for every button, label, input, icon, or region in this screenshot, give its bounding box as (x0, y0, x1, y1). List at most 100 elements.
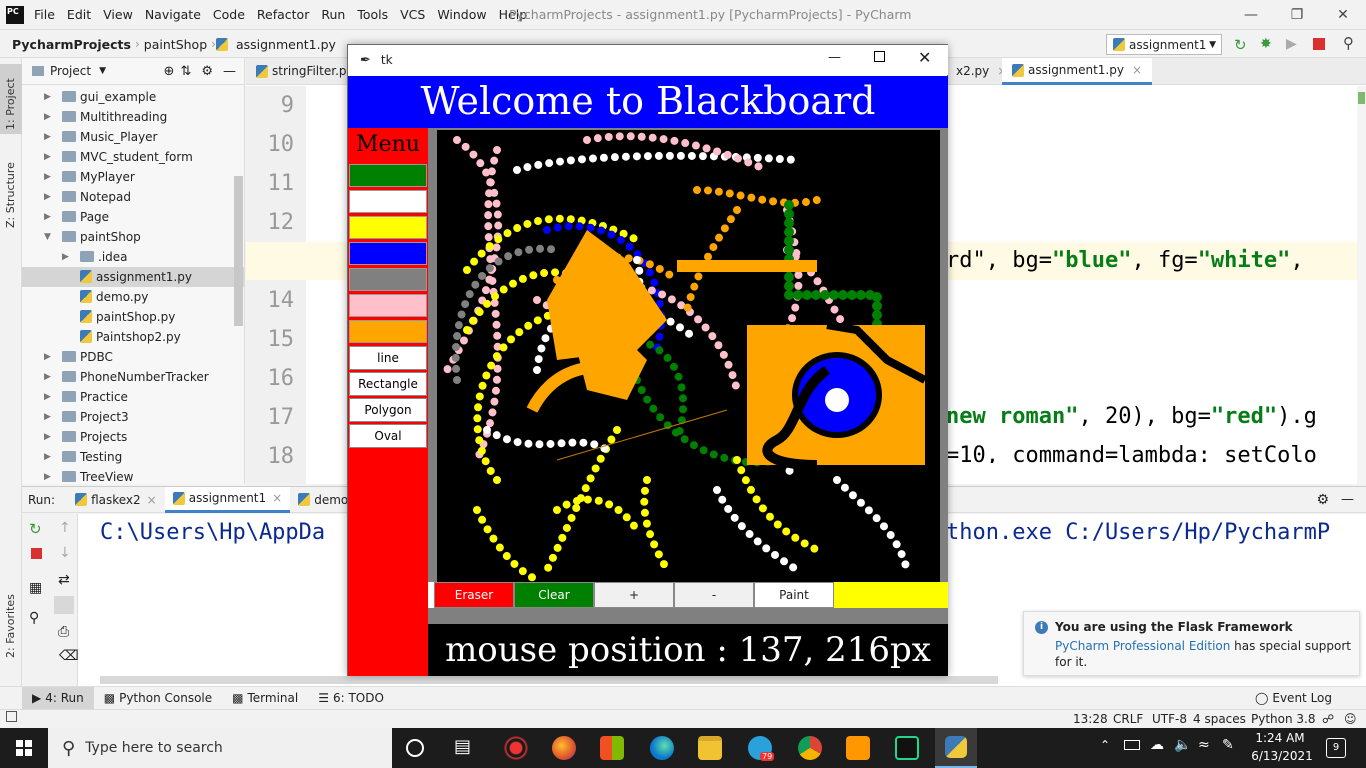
print-icon[interactable]: ⎙ (58, 624, 69, 640)
collapsed-arrow-icon[interactable]: ▶ (44, 367, 54, 387)
structure-tab-label[interactable]: Z: Structure (4, 162, 17, 228)
volume-icon[interactable]: 🔈 (1174, 737, 1191, 753)
scroll-to-end-icon[interactable] (54, 596, 74, 614)
clock-time[interactable]: 1:24 AM (1250, 731, 1310, 745)
increase-size-button[interactable]: + (594, 582, 674, 608)
menu-run[interactable]: Run (315, 0, 351, 30)
locate-icon[interactable]: ⊕ (164, 64, 175, 79)
tab-run[interactable]: ▶ 4: Run (22, 686, 94, 710)
drawing-canvas[interactable] (437, 130, 940, 584)
tree-folder[interactable]: ▶ MyPlayer (22, 167, 244, 187)
inspector-icon[interactable]: ☺ (1344, 710, 1357, 728)
menu-window[interactable]: Window (431, 0, 492, 30)
tree-folder[interactable]: ▶ TreeView (22, 467, 244, 483)
event-log-button[interactable]: ◯ Event Log (1245, 687, 1342, 710)
console-scrollbar[interactable] (100, 676, 998, 684)
tree-folder[interactable]: ▶ Music_Player (22, 127, 244, 147)
menu-vcs[interactable]: VCS (394, 0, 431, 30)
lock-icon[interactable]: ☍ (1322, 710, 1334, 728)
soft-wrap-icon[interactable]: ⇄ (58, 572, 70, 588)
python-interpreter[interactable]: Python 3.8 (1251, 710, 1316, 728)
cloud-icon[interactable]: ☁ (1150, 737, 1164, 753)
tree-file[interactable]: demo.py (22, 287, 244, 307)
breadcrumb-root[interactable]: PycharmProjects (8, 37, 135, 52)
color-swatch-button[interactable] (349, 190, 427, 213)
close-icon[interactable]: × (1132, 57, 1142, 84)
windows-start-icon[interactable] (16, 740, 32, 756)
tree-folder[interactable]: ▶ .idea (22, 247, 244, 267)
collapsed-arrow-icon[interactable]: ▶ (44, 87, 54, 107)
tree-scrollbar[interactable] (234, 176, 243, 326)
battery-icon[interactable] (1124, 740, 1140, 750)
trash-icon[interactable]: ⌫ (59, 648, 79, 664)
down-arrow-icon[interactable]: ↓ (59, 545, 71, 561)
tree-folder[interactable]: ▶ Practice (22, 387, 244, 407)
tab-terminal[interactable]: ▩ Terminal (222, 687, 308, 710)
collapsed-arrow-icon[interactable]: ▶ (44, 387, 54, 407)
collapsed-arrow-icon[interactable]: ▶ (44, 207, 54, 227)
color-swatch-button[interactable] (349, 164, 427, 187)
cortana-icon[interactable] (406, 739, 424, 757)
clear-button[interactable]: Clear (514, 582, 594, 608)
pin-icon[interactable]: ⚲ (29, 610, 39, 626)
restore-icon[interactable]: ❐ (1274, 0, 1320, 30)
tree-folder[interactable]: ▶ Project3 (22, 407, 244, 427)
pen-icon[interactable]: ✎ (1222, 737, 1234, 753)
collapsed-arrow-icon[interactable]: ▶ (44, 147, 54, 167)
rectangle-button[interactable]: Rectangle (349, 372, 427, 396)
layout-icon[interactable]: ▦ (29, 580, 42, 596)
tk-minimize-icon[interactable]: — (828, 50, 841, 65)
rerun-icon[interactable]: ↻ (29, 520, 42, 538)
search-icon[interactable]: ⚲ (1343, 34, 1354, 52)
project-header-label[interactable]: Project (50, 64, 91, 78)
tree-folder[interactable]: ▶ MVC_student_form (22, 147, 244, 167)
code-line-17[interactable]: new roman", 20), bg="red").g (946, 404, 1317, 429)
minimize-icon[interactable]: — (1228, 0, 1274, 30)
hide-icon[interactable]: — (1341, 492, 1354, 507)
flask-notification[interactable]: i You are using the Flask Framework PyCh… (1023, 611, 1360, 676)
collapsed-arrow-icon[interactable]: ▶ (44, 187, 54, 207)
breadcrumb-file[interactable]: assignment1.py (232, 37, 340, 52)
menu-code[interactable]: Code (207, 0, 251, 30)
tree-file[interactable]: assignment1.py (22, 267, 244, 287)
collapsed-arrow-icon[interactable]: ▶ (44, 347, 54, 367)
menu-refactor[interactable]: Refactor (251, 0, 315, 30)
python-taskbar-button[interactable] (935, 728, 977, 768)
collapsed-arrow-icon[interactable]: ▶ (44, 467, 54, 483)
edge-icon[interactable] (650, 736, 674, 760)
file-encoding[interactable]: UTF-8 (1152, 710, 1187, 728)
menu-view[interactable]: View (97, 0, 139, 30)
task-view-icon[interactable]: ▤ (454, 736, 471, 757)
menu-edit[interactable]: Edit (61, 0, 97, 30)
tree-folder[interactable]: ▶ Notepad (22, 187, 244, 207)
collapsed-arrow-icon[interactable]: ▶ (44, 107, 54, 127)
collapsed-arrow-icon[interactable]: ▶ (62, 247, 72, 267)
line-button[interactable]: line (349, 346, 427, 370)
tk-maximize-icon[interactable] (874, 51, 885, 62)
gear-icon[interactable]: ⚙ (1316, 492, 1329, 508)
menu-navigate[interactable]: Navigate (139, 0, 207, 30)
run-configuration-select[interactable]: assignment1 ▼ (1106, 34, 1222, 55)
action-center-icon[interactable]: 9 (1326, 738, 1346, 758)
rerun-icon[interactable]: ↻ (1234, 36, 1247, 54)
run-tab-assignment1[interactable]: assignment1 × (164, 486, 291, 513)
taskbar-search-input[interactable]: ⚲ Type here to search (48, 728, 392, 768)
up-arrow-icon[interactable]: ↑ (59, 520, 71, 536)
media-app-icon[interactable] (504, 736, 528, 760)
tree-file[interactable]: paintShop.py (22, 307, 244, 327)
tab-python-console[interactable]: ▩ Python Console (94, 687, 222, 710)
editor-tab-assignment1[interactable]: assignment1.py × (1002, 57, 1153, 85)
chrome-icon[interactable] (798, 736, 822, 760)
tree-folder[interactable]: ▶ Testing (22, 447, 244, 467)
polygon-button[interactable]: Polygon (349, 398, 427, 422)
menu-tools[interactable]: Tools (351, 0, 394, 30)
favorites-tab-label[interactable]: 2: Favorites (4, 594, 17, 658)
collapse-icon[interactable]: ⇅ (180, 64, 191, 79)
tree-folder[interactable]: ▶ PDBC (22, 347, 244, 367)
debug-icon[interactable]: ✸ (1260, 36, 1272, 52)
expanded-arrow-icon[interactable]: ▼ (44, 227, 54, 247)
close-icon[interactable]: × (147, 493, 157, 507)
hide-icon[interactable]: — (223, 64, 236, 79)
pycharm-taskbar-icon[interactable] (895, 736, 919, 760)
coverage-icon[interactable]: ▶ (1286, 36, 1297, 52)
